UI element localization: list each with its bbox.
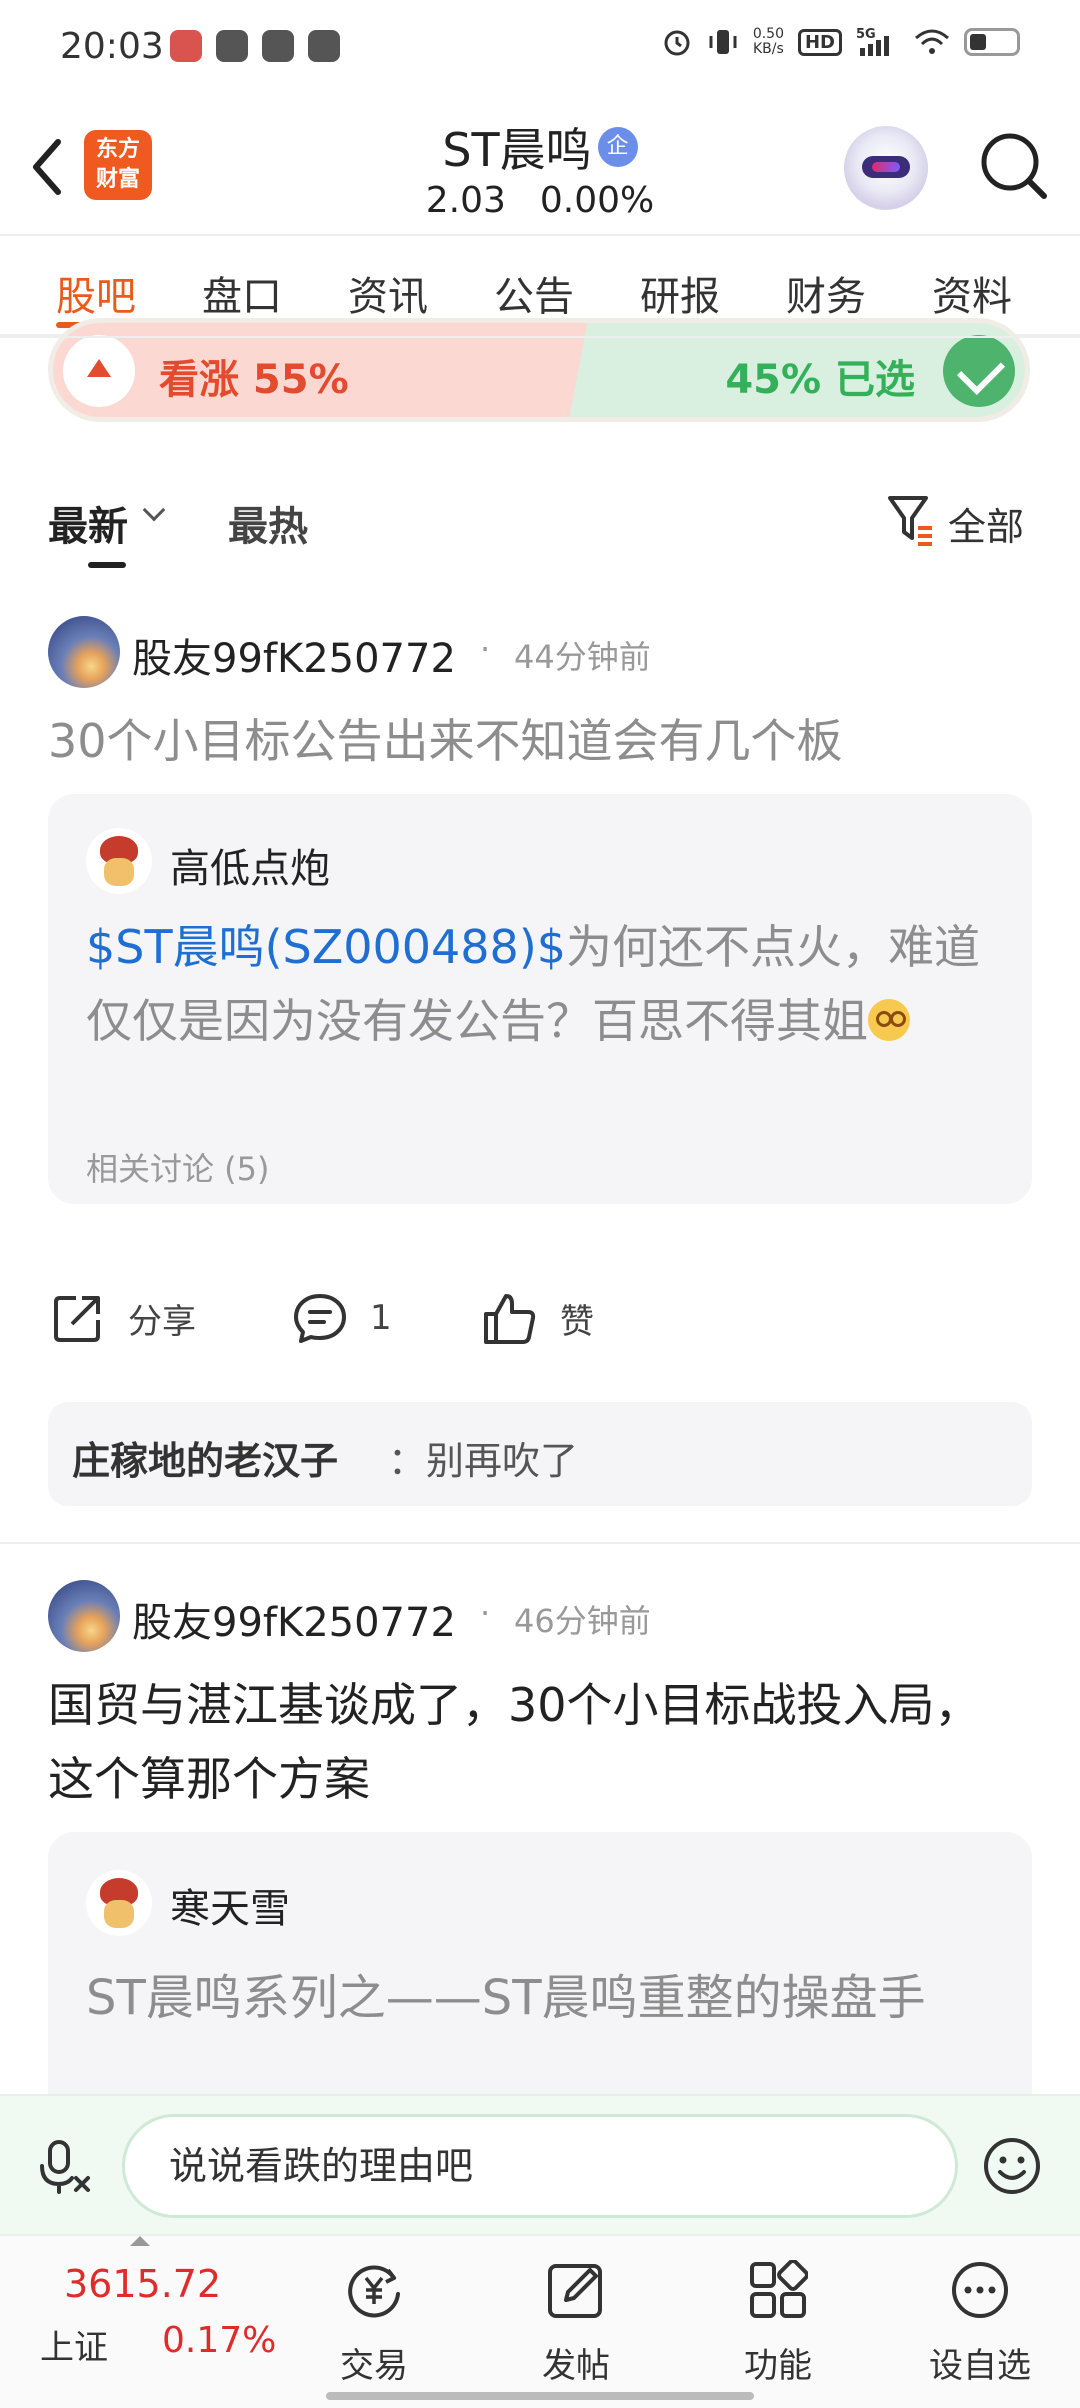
nav-functions[interactable]: 功能 (698, 2236, 858, 2396)
hd-badge: HD (797, 28, 842, 56)
emoji-icon[interactable] (982, 2136, 1042, 2196)
stock-name: ST晨鸣 (442, 123, 592, 177)
stock-link[interactable]: $ST晨鸣(SZ000488)$ (86, 920, 566, 974)
wifi-icon (915, 29, 949, 54)
post-title[interactable]: 30个小目标公告出来不知道会有几个板 (48, 704, 1038, 778)
tab-profile[interactable]: 资料 (932, 264, 1012, 322)
separator-dot: · (480, 630, 491, 668)
tab-guba[interactable]: 股吧 (56, 264, 136, 322)
tab-news[interactable]: 资讯 (348, 264, 428, 322)
nav-trade[interactable]: 交易 (294, 2236, 454, 2396)
quoted-avatar[interactable] (86, 1870, 152, 1936)
stock-price: 2.03 (425, 180, 506, 221)
quoted-title: ST晨鸣系列之——ST晨鸣重整的操盘手 (86, 1970, 926, 2026)
tabs-bottom-border (0, 336, 1080, 338)
quoted-post[interactable]: 高低点炮 $ST晨鸣(SZ000488)$为何还不点火，难道仅仅是因为没有发公告… (48, 794, 1032, 1204)
sync-icon (262, 30, 294, 62)
post-divider (0, 1542, 1080, 1544)
tab-announcements[interactable]: 公告 (494, 264, 574, 322)
bottom-nav: 3615.72 上证 0.17% 交易 发帖 功能 设自选 (0, 2234, 1080, 2408)
comment-button[interactable]: 1 (292, 1290, 392, 1346)
comment-input[interactable]: 说说看跌的理由吧 (122, 2114, 958, 2218)
index-value[interactable]: 3615.72 (64, 2262, 221, 2306)
quoted-text: $ST晨鸣(SZ000488)$为何还不点火，难道仅仅是因为没有发公告？百思不得… (86, 920, 981, 1048)
send-icon (308, 30, 340, 62)
compose-icon (548, 2264, 602, 2318)
avatar[interactable] (48, 1580, 120, 1652)
status-bar: 20:03 0.50 KB/s HD 5G (0, 0, 1080, 100)
index-expand-icon[interactable] (130, 2236, 150, 2246)
post-actions: 分享 1 赞 (0, 1290, 1080, 1370)
grid-icon (750, 2260, 808, 2318)
status-time: 20:03 (60, 26, 164, 67)
vote-down-label: 45% 已选 (725, 357, 915, 403)
stock-change-pct: 0.00% (539, 180, 655, 221)
post-time: 46分钟前 (514, 1602, 651, 1640)
home-indicator[interactable] (326, 2392, 754, 2400)
vote-up-label: 看涨 55% (159, 357, 349, 403)
index-name[interactable]: 上证 (40, 2320, 108, 2369)
filter-icon[interactable] (886, 492, 936, 548)
vibrate-icon (709, 30, 737, 54)
post-author[interactable]: 股友99fK250772 (132, 1590, 456, 1648)
share-button[interactable]: 分享 (50, 1290, 196, 1346)
notification-icons (170, 30, 340, 62)
trade-yen-icon (348, 2265, 400, 2318)
quoted-author[interactable]: 寒天雪 (170, 1876, 290, 1934)
post-title[interactable]: 国贸与湛江基谈成了，30个小目标战投入局，这个算那个方案 (48, 1668, 1008, 1816)
tab-research[interactable]: 研报 (640, 264, 720, 322)
stock-header: 东方 财富 ST晨鸣企 2.03 0.00% (0, 100, 1080, 234)
alarm-icon (664, 30, 690, 56)
post-author[interactable]: 股友99fK250772 (132, 626, 456, 684)
filter-label[interactable]: 全部 (948, 496, 1024, 551)
chevron-down-icon[interactable] (142, 498, 166, 522)
tab-pankou[interactable]: 盘口 (202, 264, 282, 322)
sort-active-indicator (88, 562, 126, 568)
sort-latest[interactable]: 最新 (48, 494, 128, 552)
comment-text: ：别再吹了 (388, 1439, 579, 1483)
arrow-up-icon[interactable] (63, 335, 135, 407)
check-icon[interactable] (943, 335, 1015, 407)
quoted-avatar[interactable] (86, 828, 152, 894)
separator-dot: · (480, 1594, 491, 1632)
tab-finance[interactable]: 财务 (786, 264, 866, 322)
top-comment[interactable]: 庄稼地的老汉子 ：别再吹了 (48, 1402, 1032, 1506)
quoted-post[interactable]: 寒天雪 ST晨鸣系列之——ST晨鸣重整的操盘手 (48, 1832, 1032, 2122)
sort-row: 最新 最热 全部 (0, 470, 1080, 570)
svg-text:5G: 5G (856, 27, 876, 42)
comment-input-bar: 说说看跌的理由吧 (0, 2094, 1080, 2234)
quoted-author[interactable]: 高低点炮 (170, 836, 330, 894)
nav-post[interactable]: 发帖 (496, 2236, 656, 2396)
post-card[interactable]: 股友99fK250772 · 46分钟前 国贸与湛江基谈成了，30个小目标战投入… (0, 1564, 1080, 2122)
like-button[interactable]: 赞 (480, 1290, 594, 1346)
status-right: 0.50 KB/s HD 5G (661, 26, 1020, 58)
more-icon (952, 2262, 1008, 2318)
battery-icon (964, 28, 1020, 56)
post-card[interactable]: 股友99fK250772 · 44分钟前 30个小目标公告出来不知道会有几个板 … (0, 600, 1080, 1546)
avatar[interactable] (48, 616, 120, 688)
search-icon[interactable] (976, 128, 1052, 204)
nav-add-watchlist[interactable]: 设自选 (900, 2236, 1060, 2396)
signal-5g-icon: 5G (856, 27, 889, 56)
post-time: 44分钟前 (514, 638, 651, 676)
index-change[interactable]: 0.17% (162, 2320, 276, 2361)
wechat-icon (216, 30, 248, 62)
related-discussions[interactable]: 相关讨论 (5) (86, 1144, 270, 1190)
comment-author[interactable]: 庄稼地的老汉子 (72, 1430, 338, 1485)
game-app-icon (170, 30, 202, 62)
share-icon (54, 1296, 100, 1342)
robot-assistant-icon[interactable] (844, 126, 928, 210)
sentiment-vote-bar: 看涨 55% 45% 已选 (48, 318, 1030, 422)
network-speed: 0.50 KB/s (752, 26, 784, 57)
confused-emoji-icon (868, 999, 910, 1041)
enterprise-badge: 企 (597, 127, 638, 167)
sort-hot[interactable]: 最热 (228, 494, 308, 552)
thumbs-up-icon (484, 1294, 536, 1344)
comment-icon (294, 1294, 346, 1343)
voice-input-icon[interactable] (38, 2138, 94, 2194)
